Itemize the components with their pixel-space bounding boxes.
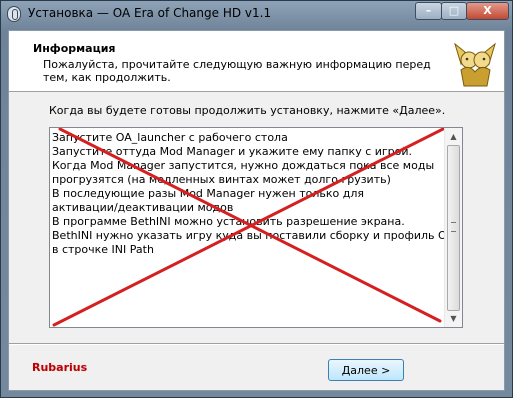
scroll-thumb[interactable] bbox=[447, 145, 460, 311]
wizard-logo-icon bbox=[454, 42, 496, 87]
instruction-text: Когда вы будете готовы продолжить устано… bbox=[49, 104, 446, 117]
title-bar[interactable]: Установка — OA Era of Change HD v1.1 – □… bbox=[1, 1, 512, 27]
memo-scrollbar[interactable]: ▲ ▼ bbox=[444, 128, 462, 327]
wizard-header: Информация Пожалуйста, прочитайте следую… bbox=[9, 31, 504, 92]
page-subtitle: Пожалуйста, прочитайте следующую важную … bbox=[43, 58, 431, 84]
footer-divider bbox=[9, 343, 504, 345]
next-button[interactable]: Далее > bbox=[328, 359, 404, 381]
maximize-button[interactable]: □ bbox=[441, 2, 467, 20]
brand-label: Rubarius bbox=[32, 361, 88, 374]
app-icon bbox=[7, 6, 21, 22]
scroll-down-icon[interactable]: ▼ bbox=[445, 310, 462, 327]
minimize-button[interactable]: – bbox=[415, 2, 442, 20]
window-title: Установка — OA Era of Change HD v1.1 bbox=[28, 6, 272, 20]
red-x-annotation bbox=[52, 128, 446, 327]
close-button[interactable]: X bbox=[466, 2, 509, 20]
page-title: Информация bbox=[33, 42, 116, 55]
wizard-body: Информация Пожалуйста, прочитайте следую… bbox=[8, 30, 505, 391]
installer-window: Установка — OA Era of Change HD v1.1 – □… bbox=[0, 0, 513, 398]
info-memo[interactable]: Запустите OA_launcher с рабочего стола З… bbox=[49, 127, 463, 328]
scroll-up-icon[interactable]: ▲ bbox=[445, 128, 462, 145]
